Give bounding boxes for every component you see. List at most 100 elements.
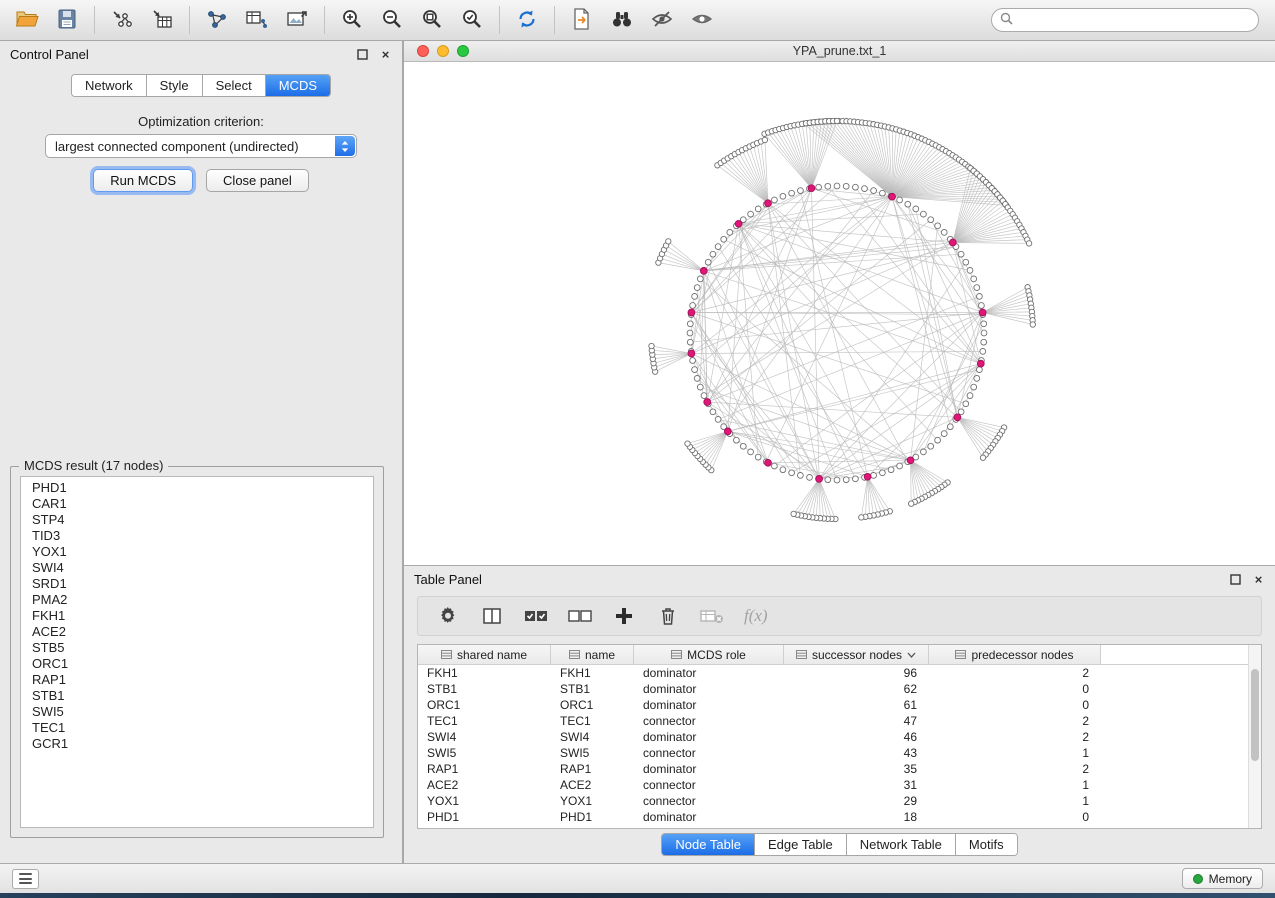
table-cell[interactable]: RAP1 (551, 761, 634, 777)
show-all-button[interactable] (687, 6, 717, 34)
search-input[interactable] (1018, 13, 1250, 27)
table-row[interactable]: ORC1ORC1dominator610 (418, 697, 1261, 713)
table-cell[interactable]: PHD1 (418, 809, 551, 825)
table-cell[interactable]: 1 (929, 793, 1101, 809)
add-column-button[interactable] (612, 604, 636, 628)
mcds-result-item[interactable]: FKH1 (21, 608, 373, 624)
zoom-fit-button[interactable] (417, 6, 447, 34)
network-from-table-button[interactable] (242, 6, 272, 34)
column-header-successor-nodes[interactable]: successor nodes (784, 645, 929, 665)
table-cell[interactable]: 2 (929, 665, 1101, 681)
tab-node-table[interactable]: Node Table (662, 834, 755, 855)
table-cell[interactable]: 1 (929, 777, 1101, 793)
close-table-panel-icon[interactable]: × (1252, 573, 1265, 586)
zoom-in-button[interactable] (337, 6, 367, 34)
table-cell[interactable]: SWI4 (551, 729, 634, 745)
import-table-button[interactable] (147, 6, 177, 34)
table-cell[interactable]: PHD1 (551, 809, 634, 825)
save-session-button[interactable] (52, 6, 82, 34)
table-cell[interactable]: STB1 (418, 681, 551, 697)
mcds-result-item[interactable]: CAR1 (21, 496, 373, 512)
table-cell[interactable]: TEC1 (551, 713, 634, 729)
table-cell[interactable]: SWI5 (551, 745, 634, 761)
select-all-button[interactable] (524, 604, 548, 628)
scrollbar-thumb[interactable] (1251, 669, 1259, 761)
mcds-result-item[interactable]: SRD1 (21, 576, 373, 592)
export-image-button[interactable] (282, 6, 312, 34)
table-cell[interactable]: YOX1 (551, 793, 634, 809)
table-cell[interactable]: dominator (634, 729, 784, 745)
table-cell[interactable]: dominator (634, 697, 784, 713)
table-row[interactable]: STB1STB1dominator620 (418, 681, 1261, 697)
deselect-all-button[interactable] (568, 604, 592, 628)
table-cell[interactable]: ORC1 (551, 697, 634, 713)
tab-mcds[interactable]: MCDS (266, 75, 330, 96)
mcds-result-item[interactable]: TID3 (21, 528, 373, 544)
tab-select[interactable]: Select (203, 75, 266, 96)
table-row[interactable]: SWI4SWI4dominator462 (418, 729, 1261, 745)
table-cell[interactable]: FKH1 (418, 665, 551, 681)
mcds-result-item[interactable]: ACE2 (21, 624, 373, 640)
mcds-result-item[interactable]: STB5 (21, 640, 373, 656)
mcds-result-list[interactable]: PHD1CAR1STP4TID3YOX1SWI4SRD1PMA2FKH1ACE2… (20, 476, 374, 828)
mcds-result-item[interactable]: GCR1 (21, 736, 373, 752)
network-graph[interactable] (404, 62, 1274, 564)
float-table-panel-icon[interactable] (1229, 573, 1242, 586)
hide-selected-button[interactable] (647, 6, 677, 34)
show-columns-button[interactable] (480, 604, 504, 628)
apply-layout-button[interactable] (512, 6, 542, 34)
table-row[interactable]: TEC1TEC1connector472 (418, 713, 1261, 729)
table-cell[interactable]: 0 (929, 809, 1101, 825)
table-cell[interactable]: 2 (929, 761, 1101, 777)
table-settings-button[interactable] (436, 604, 460, 628)
table-cell[interactable]: RAP1 (418, 761, 551, 777)
tab-motifs[interactable]: Motifs (956, 834, 1017, 855)
table-cell[interactable]: 29 (784, 793, 929, 809)
menu-list-button[interactable] (12, 869, 39, 889)
table-cell[interactable]: 1 (929, 745, 1101, 761)
mcds-result-item[interactable]: RAP1 (21, 672, 373, 688)
column-header-mcds-role[interactable]: MCDS role (634, 645, 784, 665)
mcds-result-item[interactable]: STP4 (21, 512, 373, 528)
zoom-selected-button[interactable] (457, 6, 487, 34)
table-cell[interactable]: dominator (634, 761, 784, 777)
table-row[interactable]: RAP1RAP1dominator352 (418, 761, 1261, 777)
mcds-result-item[interactable]: YOX1 (21, 544, 373, 560)
table-cell[interactable]: FKH1 (551, 665, 634, 681)
optimization-select[interactable]: largest connected component (undirected) (45, 134, 357, 158)
mcds-result-item[interactable]: PHD1 (21, 480, 373, 496)
float-panel-icon[interactable] (356, 48, 369, 61)
column-header-shared-name[interactable]: shared name (418, 645, 551, 665)
tab-network-table[interactable]: Network Table (847, 834, 956, 855)
mcds-result-item[interactable]: ORC1 (21, 656, 373, 672)
table-cell[interactable]: 2 (929, 713, 1101, 729)
tab-network[interactable]: Network (72, 75, 147, 96)
mcds-result-item[interactable]: TEC1 (21, 720, 373, 736)
table-scrollbar[interactable] (1248, 645, 1261, 828)
table-cell[interactable]: 2 (929, 729, 1101, 745)
table-cell[interactable]: SWI5 (418, 745, 551, 761)
table-row[interactable]: SWI5SWI5connector431 (418, 745, 1261, 761)
table-cell[interactable]: ACE2 (418, 777, 551, 793)
table-cell[interactable]: 43 (784, 745, 929, 761)
table-cell[interactable]: YOX1 (418, 793, 551, 809)
new-network-button[interactable] (202, 6, 232, 34)
delete-column-button[interactable] (656, 604, 680, 628)
table-cell[interactable]: SWI4 (418, 729, 551, 745)
table-cell[interactable]: dominator (634, 681, 784, 697)
memory-button[interactable]: Memory (1182, 868, 1263, 889)
tab-style[interactable]: Style (147, 75, 203, 96)
table-cell[interactable]: 18 (784, 809, 929, 825)
export-document-button[interactable] (567, 6, 597, 34)
mcds-result-item[interactable]: STB1 (21, 688, 373, 704)
table-cell[interactable]: 35 (784, 761, 929, 777)
table-cell[interactable]: 0 (929, 681, 1101, 697)
mcds-result-item[interactable]: SWI4 (21, 560, 373, 576)
table-cell[interactable]: connector (634, 777, 784, 793)
close-panel-icon[interactable]: × (379, 48, 392, 61)
table-cell[interactable]: STB1 (551, 681, 634, 697)
column-header-predecessor-nodes[interactable]: predecessor nodes (929, 645, 1101, 665)
table-cell[interactable]: 31 (784, 777, 929, 793)
function-builder-button[interactable]: f(x) (744, 606, 768, 626)
table-row[interactable]: YOX1YOX1connector291 (418, 793, 1261, 809)
